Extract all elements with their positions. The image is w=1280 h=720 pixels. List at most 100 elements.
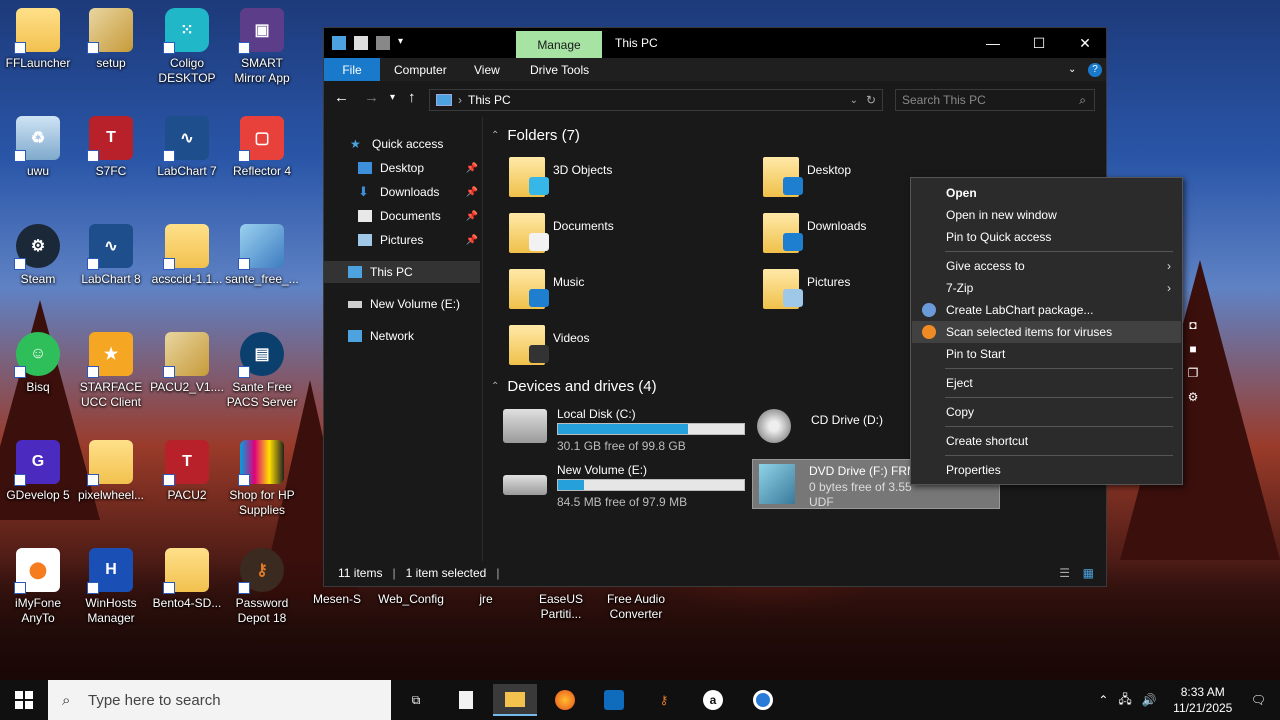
- desktop-icon-acsccid[interactable]: acsccid-1.1...: [149, 224, 225, 287]
- computer-icon[interactable]: [332, 36, 346, 50]
- desktop-icon-winhosts[interactable]: H WinHosts Manager: [73, 548, 149, 626]
- start-button[interactable]: [0, 680, 48, 720]
- task-view-icon[interactable]: ⧉: [394, 684, 438, 716]
- desktop-icon-uwu[interactable]: ♻ uwu: [0, 116, 76, 179]
- desktop-icon-web-config[interactable]: Web_Config: [373, 592, 449, 607]
- expand-ribbon-icon[interactable]: ⌄: [1068, 58, 1076, 81]
- desktop-icon-bisq[interactable]: ☺ Bisq: [0, 332, 76, 395]
- menu-create-shortcut[interactable]: Create shortcut: [912, 430, 1181, 452]
- windows-stack-icon[interactable]: ❐: [1183, 366, 1203, 384]
- desktop-icon-steam[interactable]: ⚙ Steam: [0, 224, 76, 287]
- help-icon[interactable]: ?: [1088, 58, 1102, 81]
- properties-icon[interactable]: [354, 36, 368, 50]
- notifications-icon[interactable]: 🗨: [1251, 693, 1266, 707]
- outlook-icon[interactable]: [592, 684, 636, 716]
- menu-copy[interactable]: Copy: [912, 401, 1181, 423]
- menu-open[interactable]: Open: [912, 182, 1181, 204]
- password-depot-icon[interactable]: ⚷: [642, 684, 686, 716]
- customize-toolbar-icon[interactable]: ▾: [398, 36, 412, 50]
- nav-documents[interactable]: Documents 📌: [324, 205, 480, 227]
- desktop-icon-jre[interactable]: jre: [448, 592, 524, 607]
- desktop-icon-s7fc[interactable]: T S7FC: [73, 116, 149, 179]
- recent-locations-icon[interactable]: ▾: [390, 92, 395, 103]
- nav-network[interactable]: Network: [324, 325, 480, 347]
- refresh-icon[interactable]: ↻: [866, 93, 876, 107]
- video-camera-icon[interactable]: ■: [1183, 342, 1203, 360]
- menu-properties[interactable]: Properties: [912, 459, 1181, 481]
- folder-videos[interactable]: Videos: [509, 325, 749, 377]
- tab-file[interactable]: File: [324, 58, 380, 81]
- desktop-icon-sante-free[interactable]: sante_free_...: [224, 224, 300, 287]
- menu-open-new-window[interactable]: Open in new window: [912, 204, 1181, 226]
- desktop-icon-labchart8[interactable]: ∿ LabChart 8: [73, 224, 149, 287]
- menu-give-access[interactable]: Give access to ›: [912, 255, 1181, 277]
- folder-3d-objects[interactable]: 3D Objects: [509, 157, 749, 209]
- desktop-icon-pacu2[interactable]: T PACU2: [149, 440, 225, 503]
- desktop-icon-mesen[interactable]: Mesen-S: [299, 592, 375, 607]
- nav-new-volume[interactable]: New Volume (E:): [324, 293, 480, 315]
- desktop-icon-smart-mirror[interactable]: ▣ SMART Mirror App: [224, 8, 300, 86]
- volume-icon[interactable]: 🔊: [1142, 693, 1157, 707]
- forward-arrow-icon[interactable]: →: [364, 89, 379, 106]
- firefox-icon[interactable]: [543, 684, 587, 716]
- desktop-icon-gdevelop[interactable]: G GDevelop 5: [0, 440, 76, 503]
- menu-7zip[interactable]: 7-Zip ›: [912, 277, 1181, 299]
- clock[interactable]: 8:33 AM 11/21/2025: [1165, 684, 1241, 716]
- folders-group-header[interactable]: ⌃ Folders (7): [491, 127, 580, 144]
- menu-pin-start[interactable]: Pin to Start: [912, 343, 1181, 365]
- menu-scan-viruses[interactable]: Scan selected items for viruses: [912, 321, 1181, 343]
- tab-drive-tools[interactable]: Drive Tools: [530, 58, 589, 81]
- show-hidden-icons-chevron-icon[interactable]: ⌃: [1098, 693, 1108, 707]
- gear-icon[interactable]: ⚙: [1183, 390, 1203, 408]
- desktop-icon-setup[interactable]: setup: [73, 8, 149, 71]
- app-blue-circle-icon[interactable]: [741, 684, 785, 716]
- tab-view[interactable]: View: [474, 58, 500, 81]
- desktop-icon-pacu2-v1[interactable]: PACU2_V1....: [149, 332, 225, 395]
- app-a-icon[interactable]: a: [691, 684, 735, 716]
- nav-pictures[interactable]: Pictures 📌: [324, 229, 480, 251]
- search-input[interactable]: Search This PC ⌕: [895, 89, 1095, 111]
- drive-local-disk-c[interactable]: Local Disk (C:) 30.1 GB free of 99.8 GB: [503, 403, 753, 455]
- nav-quick-access[interactable]: ★ Quick access: [324, 133, 480, 155]
- folder-music[interactable]: Music: [509, 269, 749, 321]
- taskbar-search-input[interactable]: ⌕ Type here to search: [48, 680, 391, 720]
- desktop-icon-imyfone[interactable]: ⬤ iMyFone AnyTo: [0, 548, 76, 626]
- desktop-icon-free-audio-converter[interactable]: Free Audio Converter: [598, 592, 674, 622]
- desktop-icon-reflector[interactable]: ▢ Reflector 4: [224, 116, 300, 179]
- desktop-icon-labchart7[interactable]: ∿ LabChart 7: [149, 116, 225, 179]
- nav-this-pc[interactable]: This PC: [324, 261, 480, 283]
- manage-tab[interactable]: Manage: [516, 31, 602, 58]
- camera-icon[interactable]: ◘: [1183, 318, 1203, 336]
- desktop-icon-easeus[interactable]: EaseUS Partiti...: [523, 592, 599, 622]
- close-button[interactable]: ✕: [1062, 28, 1108, 58]
- folder-documents[interactable]: Documents: [509, 213, 749, 265]
- desktop-icon-pixelwheels[interactable]: pixelwheel...: [73, 440, 149, 503]
- desktop-icon-sante-pacs[interactable]: ▤ Sante Free PACS Server: [224, 332, 300, 410]
- details-view-icon[interactable]: ☰: [1059, 566, 1070, 580]
- menu-pin-quick-access[interactable]: Pin to Quick access: [912, 226, 1181, 248]
- network-icon[interactable]: 🖧: [1118, 690, 1131, 711]
- menu-create-labchart[interactable]: Create LabChart package...: [912, 299, 1181, 321]
- desktop-icon-password-depot[interactable]: ⚷ Password Depot 18: [224, 548, 300, 626]
- nav-downloads[interactable]: ⬇ Downloads 📌: [324, 181, 480, 203]
- tiles-view-icon[interactable]: ▦: [1083, 566, 1094, 580]
- drive-new-volume-e[interactable]: New Volume (E:) 84.5 MB free of 97.9 MB: [503, 459, 753, 511]
- desktop-icon-bento4[interactable]: Bento4-SD...: [149, 548, 225, 611]
- desktop-icon-starface[interactable]: ★ STARFACE UCC Client: [73, 332, 149, 410]
- nav-desktop[interactable]: Desktop 📌: [324, 157, 480, 179]
- desktop-icon-fflauncher[interactable]: FFLauncher: [0, 8, 76, 71]
- maximize-button[interactable]: ☐: [1016, 28, 1062, 58]
- menu-eject[interactable]: Eject: [912, 372, 1181, 394]
- minimize-button[interactable]: —: [970, 28, 1016, 58]
- address-bar[interactable]: › This PC ⌄ ↻: [429, 89, 883, 111]
- notepad-icon[interactable]: [444, 684, 488, 716]
- tab-computer[interactable]: Computer: [394, 58, 447, 81]
- devices-group-header[interactable]: ⌃ Devices and drives (4): [491, 378, 657, 395]
- address-dropdown-icon[interactable]: ⌄: [850, 95, 858, 106]
- desktop-icon-hp-supplies[interactable]: Shop for HP Supplies: [224, 440, 300, 518]
- back-arrow-icon[interactable]: ←: [334, 89, 349, 106]
- desktop-icon-coligo[interactable]: ⁙ Coligo DESKTOP: [149, 8, 225, 86]
- file-explorer-taskbar-icon[interactable]: [493, 684, 537, 716]
- new-folder-icon[interactable]: [376, 36, 390, 50]
- title-bar[interactable]: ▾ Manage This PC — ☐ ✕: [324, 28, 1106, 58]
